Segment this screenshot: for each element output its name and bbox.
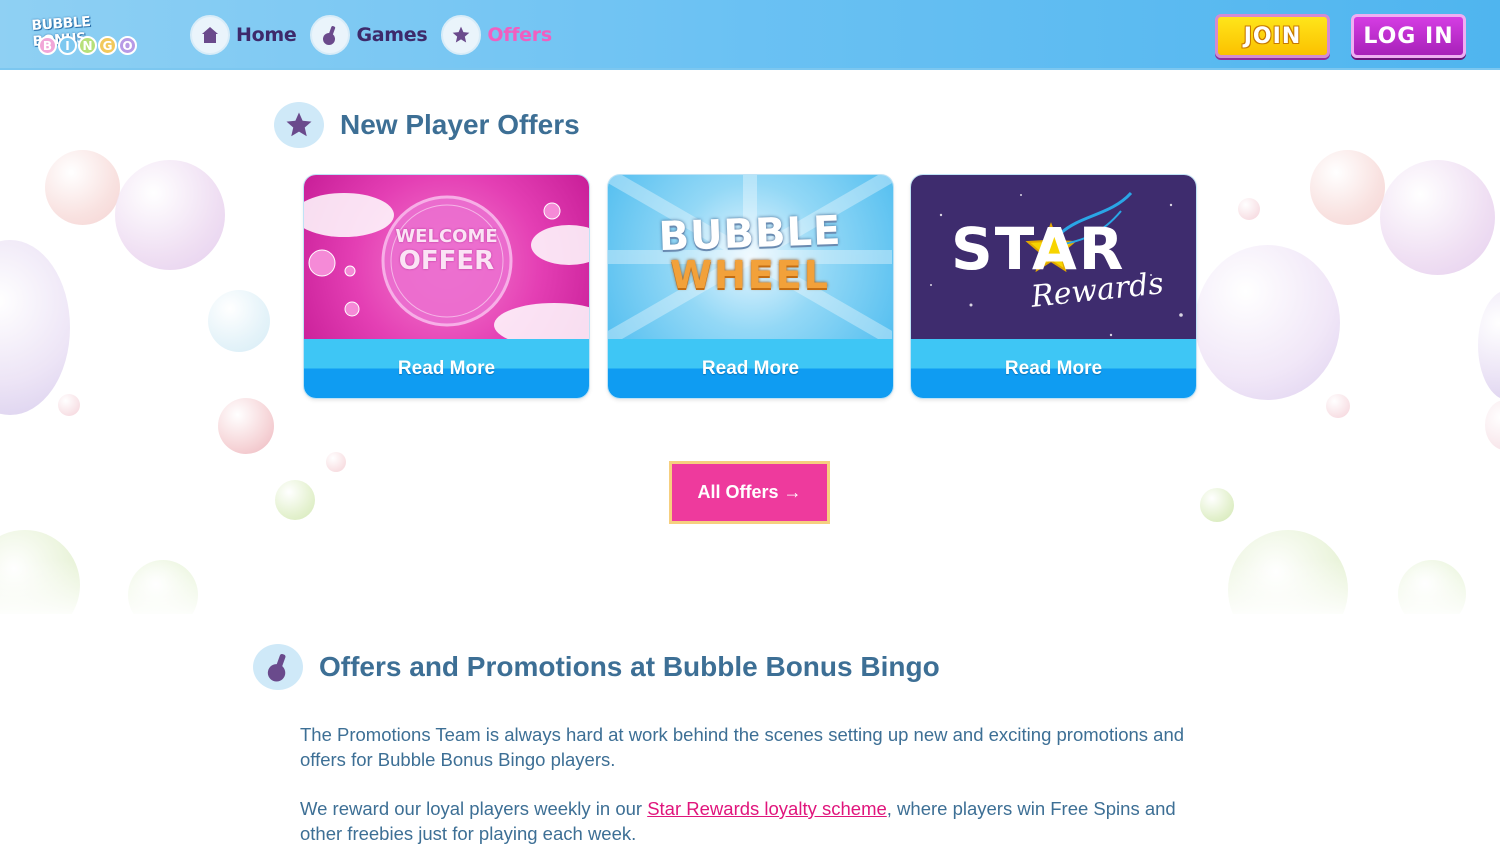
nav-label-home: Home bbox=[236, 24, 297, 46]
all-offers-button[interactable]: All Offers → bbox=[669, 461, 830, 524]
bubble bbox=[1478, 290, 1500, 400]
bubble bbox=[275, 480, 315, 520]
bubble bbox=[115, 160, 225, 270]
paragraph-2-text-before: We reward our loyal players weekly in ou… bbox=[300, 798, 648, 819]
bubble bbox=[1195, 245, 1340, 400]
star-rewards-line1: STAR bbox=[951, 215, 1126, 283]
promotions-paragraph-1: The Promotions Team is always hard at wo… bbox=[300, 724, 1185, 770]
welcome-offer-line1: WELCOME bbox=[395, 226, 498, 247]
promotions-paragraph-2: We reward our loyal players weekly in ou… bbox=[300, 796, 1190, 846]
welcome-offer-image-text: WELCOME OFFER bbox=[304, 226, 589, 276]
star-icon bbox=[441, 15, 482, 55]
logo-ball-o: O bbox=[118, 36, 137, 55]
logo-ball-i: I bbox=[58, 36, 77, 55]
join-button[interactable]: JOIN bbox=[1215, 14, 1330, 58]
bubble-wheel-line2: WHEEL bbox=[670, 253, 830, 297]
bingo-dabber-icon bbox=[310, 15, 351, 55]
offer-card-welcome: WELCOME OFFER Read More bbox=[304, 175, 589, 398]
site-header: BUBBLE BONUS B I N G O Home Games Offers bbox=[0, 0, 1500, 70]
bubble-wheel-image-text: BUBBLE WHEEL bbox=[608, 208, 892, 297]
read-more-button-bubble-wheel[interactable]: Read More bbox=[608, 339, 893, 398]
bubble bbox=[326, 452, 346, 472]
bubble-fade bbox=[0, 560, 1500, 620]
bingo-dabber-icon bbox=[253, 644, 303, 690]
nav-item-offers[interactable]: Offers bbox=[441, 15, 552, 55]
nav-item-home[interactable]: Home bbox=[190, 15, 297, 55]
bubble-wheel-line1: BUBBLE bbox=[657, 207, 843, 261]
main-nav: Home Games Offers bbox=[190, 15, 566, 55]
read-more-button-welcome[interactable]: Read More bbox=[304, 339, 589, 398]
read-more-button-star-rewards[interactable]: Read More bbox=[911, 339, 1196, 398]
logo-ball-b: B bbox=[38, 36, 57, 55]
logo-ball-g: G bbox=[98, 36, 117, 55]
bubble bbox=[208, 290, 270, 352]
star-icon bbox=[274, 102, 324, 148]
offer-card-star-rewards: STAR Rewards Read More bbox=[911, 175, 1196, 398]
bubble bbox=[1200, 488, 1234, 522]
star-rewards-image[interactable]: STAR Rewards bbox=[911, 175, 1196, 339]
bubble bbox=[1485, 400, 1500, 450]
new-player-offers-heading: New Player Offers bbox=[274, 102, 580, 148]
logo-bingo-balls: B I N G O bbox=[38, 36, 137, 55]
bubble bbox=[1380, 160, 1495, 275]
promotions-title: Offers and Promotions at Bubble Bonus Bi… bbox=[319, 651, 940, 682]
offer-card-bubble-wheel: BUBBLE WHEEL Read More bbox=[608, 175, 893, 398]
nav-label-offers: Offers bbox=[487, 24, 552, 46]
bubble bbox=[0, 240, 70, 415]
logo-ball-n: N bbox=[78, 36, 97, 55]
bubble bbox=[1310, 150, 1385, 225]
promotions-heading: Offers and Promotions at Bubble Bonus Bi… bbox=[253, 644, 940, 690]
bubble bbox=[45, 150, 120, 225]
bubble bbox=[1238, 198, 1260, 220]
nav-label-games: Games bbox=[356, 24, 428, 46]
nav-item-games[interactable]: Games bbox=[310, 15, 428, 55]
bubble-wheel-image[interactable]: BUBBLE WHEEL bbox=[608, 175, 893, 339]
bubble-bonus-bingo-logo[interactable]: BUBBLE BONUS B I N G O bbox=[30, 12, 148, 60]
welcome-offer-image[interactable]: WELCOME OFFER bbox=[304, 175, 589, 339]
bubble bbox=[58, 394, 80, 416]
bubble bbox=[1326, 394, 1350, 418]
login-button[interactable]: LOG IN bbox=[1351, 14, 1466, 58]
welcome-offer-line2: OFFER bbox=[398, 246, 495, 276]
bubble bbox=[218, 398, 274, 454]
star-rewards-loyalty-link[interactable]: Star Rewards loyalty scheme bbox=[647, 798, 887, 819]
house-icon bbox=[190, 15, 230, 55]
new-player-offers-title: New Player Offers bbox=[340, 109, 580, 140]
